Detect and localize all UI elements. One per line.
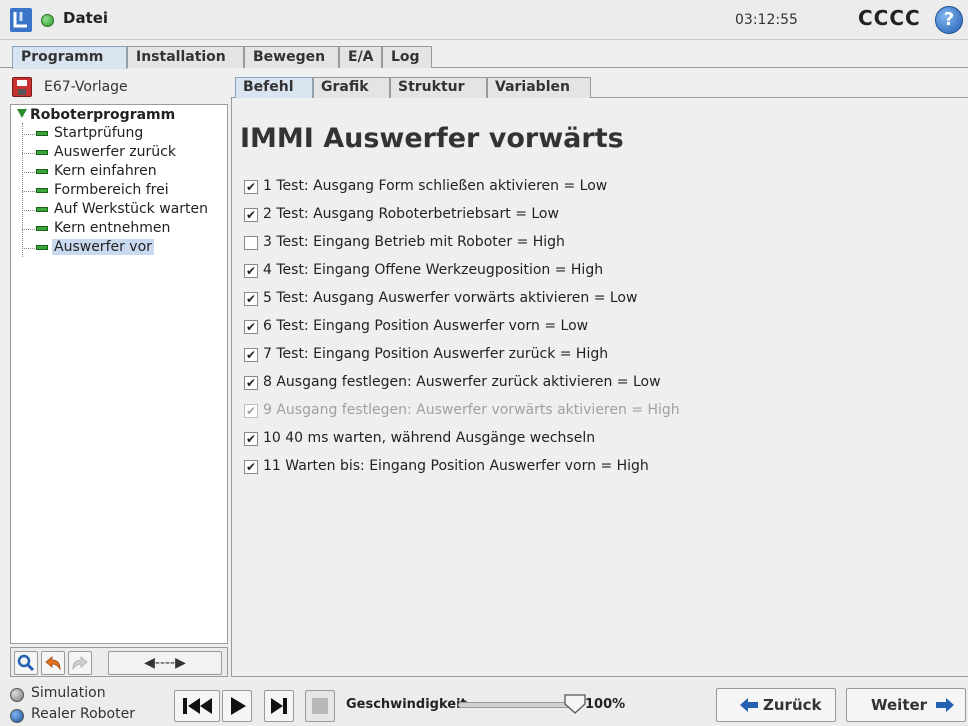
speed-slider[interactable]	[458, 702, 576, 708]
speed-value: 100%	[585, 697, 626, 712]
tab-programm[interactable]: Programm	[12, 46, 127, 69]
robot-name: CCCC	[858, 6, 921, 30]
command-line-text: 4 Test: Eingang Offene Werkzeugposition …	[263, 262, 604, 278]
next-label: Weiter	[871, 696, 928, 714]
skip-back-icon[interactable]	[174, 690, 220, 722]
ur-logo[interactable]	[9, 7, 33, 33]
speed-slider-handle[interactable]	[564, 694, 586, 714]
tab-bewegen[interactable]: Bewegen	[244, 46, 339, 68]
arrow-right-icon	[936, 698, 954, 712]
tab-grafik[interactable]: Grafik	[313, 77, 390, 98]
tree-item-label: Auf Werkstück warten	[54, 201, 208, 217]
tab-ea[interactable]: E/A	[339, 46, 382, 68]
node-icon	[36, 207, 48, 212]
command-line-text: 6 Test: Eingang Position Auswerfer vorn …	[263, 318, 589, 334]
command-checkbox[interactable]	[244, 236, 258, 250]
tree-toolbar: ◀----▶	[10, 647, 228, 677]
arrow-left-icon	[740, 698, 758, 712]
clock: 03:12:55	[735, 12, 798, 28]
program-header: E67-Vorlage	[10, 76, 228, 100]
node-icon	[36, 131, 48, 136]
main-tabs: Programm Installation Bewegen E/A Log	[0, 40, 968, 69]
command-checkbox[interactable]: ✔	[244, 208, 258, 222]
tab-befehl[interactable]: Befehl	[235, 77, 313, 99]
tree-item-label: Kern einfahren	[54, 163, 157, 179]
command-line-text: 11 Warten bis: Eingang Position Auswerfe…	[263, 458, 649, 474]
tree-item-label: Startprüfung	[54, 125, 144, 141]
expand-triangle-icon[interactable]	[17, 109, 27, 118]
program-file-name: E67-Vorlage	[44, 79, 128, 95]
back-label: Zurück	[763, 696, 822, 714]
command-line-text: 5 Test: Ausgang Auswerfer vorwärts aktiv…	[263, 290, 638, 306]
bottom-bar: Simulation Realer Roboter Geschwindigkei…	[0, 680, 968, 726]
tree-item-label: Kern entnehmen	[54, 220, 171, 236]
step-icon[interactable]	[264, 690, 294, 722]
next-button[interactable]: Weiter	[846, 688, 966, 722]
mode-real-label: Realer Roboter	[31, 706, 135, 722]
speed-label: Geschwindigkeit	[346, 697, 467, 712]
command-checkbox[interactable]: ✔	[244, 404, 258, 418]
status-dot-icon	[41, 14, 54, 27]
file-menu[interactable]: Datei	[63, 9, 108, 27]
tree-item-label: Auswerfer zurück	[54, 144, 176, 160]
simulation-radio-icon[interactable]	[10, 688, 24, 702]
node-icon	[36, 245, 48, 250]
mode-simulation-label: Simulation	[31, 685, 106, 701]
command-checkbox[interactable]: ✔	[244, 376, 258, 390]
save-icon[interactable]	[12, 77, 32, 97]
command-checkbox[interactable]: ✔	[244, 264, 258, 278]
tree-root-label: Roboterprogramm	[30, 107, 176, 123]
help-icon[interactable]: ?	[935, 6, 963, 34]
node-icon	[36, 169, 48, 174]
command-line-text: 9 Ausgang festlegen: Auswerfer vorwärts …	[263, 402, 680, 418]
real-robot-radio-icon[interactable]	[10, 709, 24, 723]
command-line-text: 3 Test: Eingang Betrieb mit Roboter = Hi…	[263, 234, 565, 250]
command-checkbox[interactable]: ✔	[244, 320, 258, 334]
tree-item-label: Formbereich frei	[54, 182, 169, 198]
tab-installation[interactable]: Installation	[127, 46, 244, 68]
command-line-text: 7 Test: Eingang Position Auswerfer zurüc…	[263, 346, 609, 362]
tab-struktur[interactable]: Struktur	[390, 77, 487, 98]
command-line-text: 8 Ausgang festlegen: Auswerfer zurück ak…	[263, 374, 661, 390]
redo-icon[interactable]	[68, 651, 92, 675]
stop-icon[interactable]	[305, 690, 335, 722]
back-button[interactable]: Zurück	[716, 688, 836, 722]
tree-item-label: Auswerfer vor	[52, 239, 154, 255]
program-tree: Roboterprogramm Startprüfung Auswerfer z…	[10, 104, 228, 644]
command-panel: IMMI Auswerfer vorwärts ✔ 1 Test: Ausgang…	[231, 98, 968, 677]
title-bar: Datei 03:12:55 CCCC ?	[0, 0, 968, 40]
tree-root[interactable]: Roboterprogramm	[17, 107, 175, 123]
tree-connector	[22, 123, 23, 257]
sub-tabs: Befehl Grafik Struktur Variablen	[231, 76, 968, 99]
command-line-text: 10 40 ms warten, während Ausgänge wechse…	[263, 430, 596, 446]
command-checkbox[interactable]: ✔	[244, 348, 258, 362]
move-node-button[interactable]: ◀----▶	[108, 651, 222, 675]
command-line-text: 2 Test: Ausgang Roboterbetriebsart = Low	[263, 206, 559, 222]
tab-variablen[interactable]: Variablen	[487, 77, 591, 98]
play-icon[interactable]	[222, 690, 252, 722]
command-checkbox[interactable]: ✔	[244, 292, 258, 306]
tab-log[interactable]: Log	[382, 46, 432, 68]
command-checkbox[interactable]: ✔	[244, 180, 258, 194]
search-icon[interactable]	[14, 651, 38, 675]
command-checkbox[interactable]: ✔	[244, 432, 258, 446]
page-title: IMMI Auswerfer vorwärts	[240, 123, 624, 154]
command-line-text: 1 Test: Ausgang Form schließen aktiviere…	[263, 178, 608, 194]
command-checkbox[interactable]: ✔	[244, 460, 258, 474]
undo-icon[interactable]	[41, 651, 65, 675]
node-icon	[36, 188, 48, 193]
node-icon	[36, 150, 48, 155]
node-icon	[36, 226, 48, 231]
